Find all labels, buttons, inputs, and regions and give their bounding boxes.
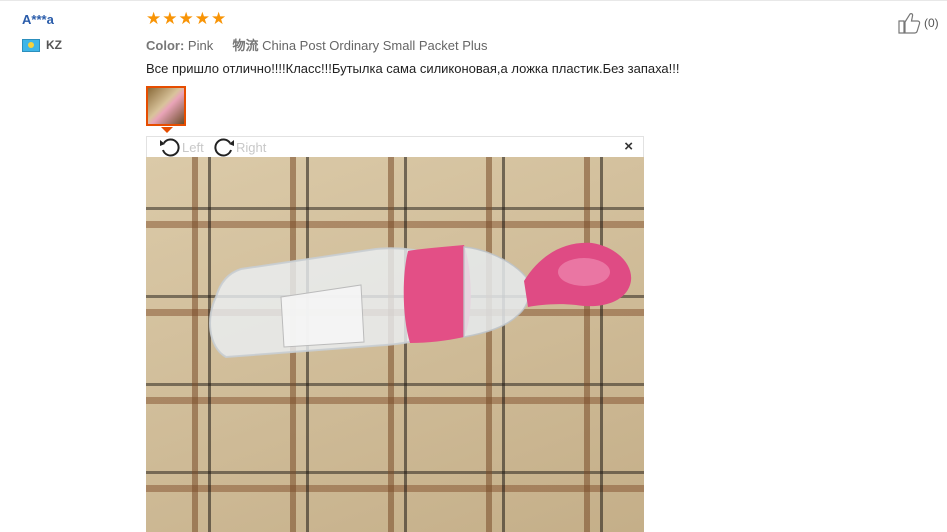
top-divider bbox=[0, 0, 947, 1]
star-icon: ★ bbox=[211, 9, 227, 28]
thumbs-up-icon bbox=[898, 13, 921, 34]
country-code: KZ bbox=[46, 38, 62, 52]
kz-flag-icon bbox=[22, 38, 40, 52]
color-value: Pink bbox=[187, 38, 214, 53]
star-icon: ★ bbox=[194, 9, 210, 28]
baby-spoon-bottle bbox=[209, 242, 632, 359]
image-viewer-toolbar: Left Right × bbox=[146, 136, 644, 157]
rotate-right-label: Right bbox=[236, 139, 267, 155]
rotate-left-button[interactable]: Left bbox=[159, 137, 204, 157]
color-label: Color: bbox=[146, 38, 185, 53]
shipping-label: 物流 bbox=[232, 38, 259, 53]
shipping-value: China Post Ordinary Small Packet Plus bbox=[262, 38, 488, 53]
star-icon: ★ bbox=[146, 9, 162, 28]
rotate-left-label: Left bbox=[182, 139, 204, 155]
order-attributes: Color: Pink 物流 China Post Ordinary Small… bbox=[146, 35, 488, 54]
star-icon: ★ bbox=[178, 9, 194, 28]
close-icon[interactable]: × bbox=[624, 139, 633, 155]
helpful-count: (0) bbox=[924, 16, 939, 30]
helpful-button[interactable]: (0) bbox=[898, 12, 939, 34]
review-photo bbox=[146, 157, 644, 532]
rotate-left-icon bbox=[160, 138, 180, 157]
star-icon: ★ bbox=[162, 9, 178, 28]
rotate-right-icon bbox=[214, 138, 234, 157]
thumbnail-pointer bbox=[161, 127, 173, 133]
rating-stars: ★ ★ ★ ★ ★ bbox=[146, 9, 226, 29]
photo-thumbnail[interactable] bbox=[146, 86, 186, 126]
reviewer-country: KZ bbox=[22, 38, 62, 52]
reviewer-name: A***a bbox=[22, 12, 54, 27]
review-text: Все пришло отлично!!!!Класс!!!Бутылка са… bbox=[146, 61, 680, 76]
rotate-right-button[interactable]: Right bbox=[213, 137, 266, 157]
